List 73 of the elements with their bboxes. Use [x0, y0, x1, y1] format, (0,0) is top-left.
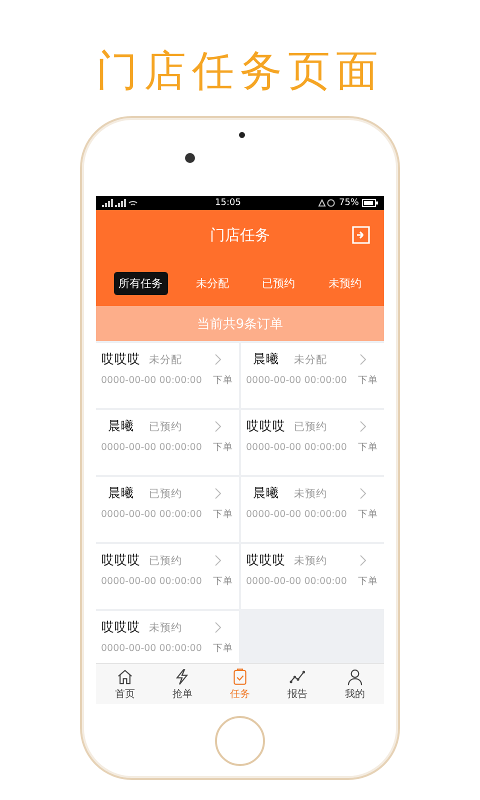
- chevron-right-icon: [360, 555, 366, 566]
- customer-name: 哎哎哎: [101, 351, 141, 368]
- order-time: 0000-00-00 00:00:00: [101, 375, 203, 386]
- order-action: 下单: [213, 441, 233, 454]
- order-card[interactable]: 晨曦 未预约 0000-00-00 00:00:00 下单: [241, 477, 384, 542]
- nav-tab[interactable]: 抢单: [154, 664, 212, 704]
- signal-icon: [102, 199, 138, 207]
- order-time: 0000-00-00 00:00:00: [246, 509, 348, 520]
- order-action: 下单: [213, 642, 233, 655]
- header-title: 门店任务: [210, 226, 270, 244]
- order-action: 下单: [358, 575, 378, 588]
- page-title: 门店任务页面: [96, 45, 384, 97]
- order-card[interactable]: 哎哎哎 已预约 0000-00-00 00:00:00 下单: [96, 544, 239, 609]
- customer-name: 晨曦: [107, 418, 135, 435]
- chevron-right-icon: [215, 354, 221, 365]
- filter-tab[interactable]: 所有任务: [114, 272, 168, 294]
- order-time: 0000-00-00 00:00:00: [101, 509, 203, 520]
- order-time: 0000-00-00 00:00:00: [101, 643, 203, 654]
- chevron-right-icon: [360, 354, 366, 365]
- order-action: 下单: [213, 575, 233, 588]
- order-action: 下单: [358, 508, 378, 521]
- order-status: 已预约: [149, 420, 183, 434]
- order-action: 下单: [358, 374, 378, 387]
- order-status: 未预约: [294, 486, 328, 500]
- order-card[interactable]: 哎哎哎 未预约 0000-00-00 00:00:00 下单: [96, 611, 239, 663]
- order-status: 未预约: [294, 554, 328, 568]
- chevron-right-icon: [215, 622, 221, 633]
- order-action: 下单: [213, 374, 233, 387]
- customer-name: 哎哎哎: [101, 619, 141, 636]
- clipboard-check-icon: [230, 668, 249, 686]
- camera-dot: [185, 153, 195, 163]
- nav-tab[interactable]: 我的: [326, 664, 384, 704]
- chevron-right-icon: [215, 555, 221, 566]
- order-action: 下单: [213, 508, 233, 521]
- battery-percent: 75%: [338, 198, 359, 208]
- order-count-text: 当前共9条订单: [196, 316, 284, 332]
- order-status: 未预约: [149, 620, 183, 634]
- logout-icon[interactable]: [352, 226, 370, 244]
- chevron-right-icon: [215, 421, 221, 432]
- chevron-right-icon: [215, 488, 221, 499]
- chevron-right-icon: [360, 488, 366, 499]
- order-card[interactable]: 哎哎哎 未预约 0000-00-00 00:00:00 下单: [241, 544, 384, 609]
- order-time: 0000-00-00 00:00:00: [246, 442, 348, 453]
- order-status: 已预约: [149, 554, 183, 568]
- customer-name: 哎哎哎: [246, 552, 286, 569]
- customer-name: 哎哎哎: [101, 552, 141, 569]
- order-time: 0000-00-00 00:00:00: [246, 375, 348, 386]
- order-time: 0000-00-00 00:00:00: [246, 576, 348, 587]
- status-time: 15:05: [215, 198, 241, 208]
- order-card[interactable]: 哎哎哎 未分配 0000-00-00 00:00:00 下单: [96, 343, 239, 408]
- nav-tab[interactable]: 报告: [268, 664, 326, 704]
- person-icon: [346, 668, 364, 686]
- nav-tab[interactable]: 首页: [96, 664, 154, 704]
- chevron-right-icon: [360, 421, 366, 432]
- order-status: 未分配: [294, 352, 328, 366]
- order-status: 已预约: [149, 486, 183, 500]
- home-button[interactable]: [215, 716, 265, 766]
- home-icon: [116, 668, 134, 686]
- customer-name: 晨曦: [252, 485, 280, 502]
- order-card[interactable]: 晨曦 已预约 0000-00-00 00:00:00 下单: [96, 477, 239, 542]
- order-card[interactable]: 晨曦 已预约 0000-00-00 00:00:00 下单: [96, 410, 239, 475]
- order-status: 未分配: [149, 352, 183, 366]
- order-action: 下单: [358, 441, 378, 454]
- speaker-dot: [239, 132, 245, 138]
- order-card[interactable]: 哎哎哎 已预约 0000-00-00 00:00:00 下单: [241, 410, 384, 475]
- customer-name: 哎哎哎: [246, 418, 286, 435]
- customer-name: 晨曦: [252, 351, 280, 368]
- customer-name: 晨曦: [107, 485, 135, 502]
- order-status: 已预约: [294, 420, 328, 434]
- battery-icon: [362, 199, 378, 207]
- order-card[interactable]: 晨曦 未分配 0000-00-00 00:00:00 下单: [241, 343, 384, 408]
- order-time: 0000-00-00 00:00:00: [101, 442, 203, 453]
- order-time: 0000-00-00 00:00:00: [101, 576, 203, 587]
